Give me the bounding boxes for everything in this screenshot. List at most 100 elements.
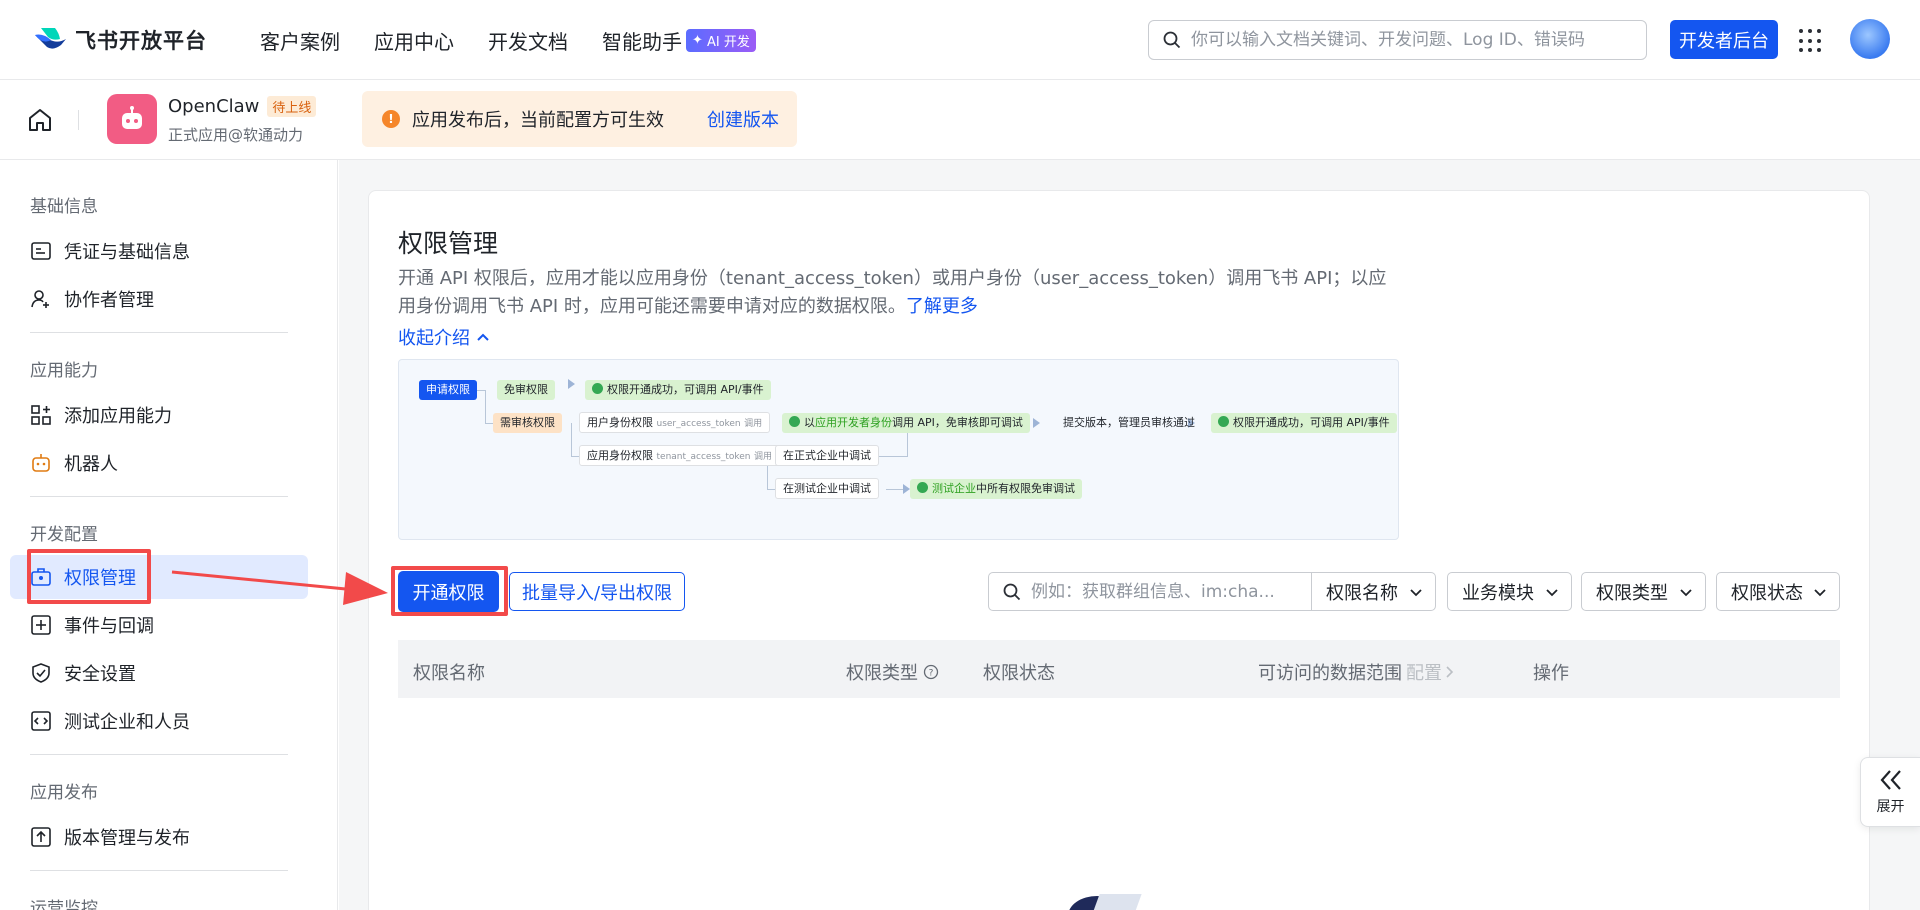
column-actions: 操作 xyxy=(1533,663,1569,684)
nav-smart-assistant[interactable]: 智能助手 ✦ AI 开发 xyxy=(602,26,756,55)
bulk-import-export-button[interactable]: 批量导入/导出权限 xyxy=(509,572,685,611)
app-name: OpenClaw 待上线 xyxy=(168,96,317,117)
create-version-link[interactable]: 创建版本 xyxy=(707,106,779,132)
diagram-call: 调用 xyxy=(754,452,773,462)
diagram-success-right: 权限开通成功，可调用 API/事件 xyxy=(1211,413,1397,433)
expand-label: 展开 xyxy=(1876,799,1905,815)
user-add-icon xyxy=(30,288,52,310)
diagram-user-token: user_access_token xyxy=(656,419,741,429)
double-chevron-left-icon xyxy=(1880,770,1901,790)
sidebar-item-label: 机器人 xyxy=(64,454,118,475)
learn-more-link[interactable]: 了解更多 xyxy=(906,296,978,317)
id-card-icon xyxy=(30,240,52,262)
permission-search-input[interactable] xyxy=(1031,581,1301,602)
event-icon xyxy=(30,614,52,636)
page-description: 开通 API 权限后，应用才能以应用身份（tenant_access_token… xyxy=(398,265,1398,321)
filter-permission-name[interactable]: 权限名称 xyxy=(1312,572,1436,611)
brand-logo[interactable]: 飞书开放平台 xyxy=(33,25,207,55)
app-name-label: OpenClaw xyxy=(168,96,260,117)
sidebar-group-dev-config: 开发配置 xyxy=(30,525,98,545)
permission-search[interactable] xyxy=(988,572,1312,611)
code-box-icon xyxy=(30,710,52,732)
sidebar-item-versions[interactable]: 版本管理与发布 xyxy=(10,815,308,859)
divider xyxy=(78,110,79,130)
svg-text:?: ? xyxy=(929,669,934,679)
main-nav: 客户案例 应用中心 开发文档 智能助手 ✦ AI 开发 xyxy=(260,26,790,55)
filter-permission-type[interactable]: 权限类型 xyxy=(1581,572,1706,611)
upload-box-icon xyxy=(30,826,52,848)
nav-customer-cases[interactable]: 客户案例 xyxy=(260,26,340,55)
filter-label: 业务模块 xyxy=(1462,582,1534,604)
filter-label: 权限类型 xyxy=(1596,582,1668,604)
divider xyxy=(30,332,288,333)
brand-name: 飞书开放平台 xyxy=(75,29,207,53)
sidebar-item-credentials[interactable]: 凭证与基础信息 xyxy=(10,229,308,273)
diagram-submit-version: 提交版本，管理员审核通过 xyxy=(1063,416,1195,429)
doc-search-input[interactable] xyxy=(1191,30,1621,50)
diagram-arrow xyxy=(568,379,575,389)
app-subtitle: 正式应用@软通动力 xyxy=(168,126,304,144)
diagram-user-perm: 用户身份权限 user_access_token 调用 xyxy=(579,412,771,433)
expand-panel-button[interactable]: 展开 xyxy=(1860,757,1920,827)
page-title: 权限管理 xyxy=(398,229,499,258)
column-permission-type: 权限类型 ? xyxy=(846,659,939,685)
diagram-as-developer: 以应用开发者身份调用 API，免审核即可调试 xyxy=(782,413,1030,433)
sidebar-item-permissions[interactable]: 权限管理 xyxy=(10,555,308,599)
app-status-badge: 待上线 xyxy=(267,96,317,117)
chevron-right-icon xyxy=(1446,666,1454,678)
sidebar-item-label: 测试企业和人员 xyxy=(64,712,190,733)
warning-icon: ! xyxy=(382,110,400,128)
column-data-scope: 可访问的数据范围 配置 xyxy=(1258,659,1455,685)
nav-dev-docs[interactable]: 开发文档 xyxy=(488,26,568,55)
doc-search[interactable] xyxy=(1148,20,1647,60)
sidebar-item-label: 添加应用能力 xyxy=(64,406,172,427)
sidebar-item-label: 事件与回调 xyxy=(64,616,154,637)
sidebar-item-label: 权限管理 xyxy=(64,568,136,589)
diagram-as-dev-highlight: 应用开发者身份 xyxy=(815,416,892,429)
description-text: 开通 API 权限后，应用才能以应用身份（tenant_access_token… xyxy=(398,268,1387,317)
sidebar-item-events[interactable]: 事件与回调 xyxy=(10,603,308,647)
chevron-down-icon xyxy=(1680,589,1692,597)
feishu-logo-icon xyxy=(35,28,66,49)
sidebar-item-security[interactable]: 安全设置 xyxy=(10,651,308,695)
diagram-connector xyxy=(485,423,493,424)
diagram-test-highlight: 测试企业 xyxy=(932,482,976,495)
sidebar-item-add-capability[interactable]: 添加应用能力 xyxy=(10,393,308,437)
filter-permission-status[interactable]: 权限状态 xyxy=(1716,572,1840,611)
app-grid-icon[interactable] xyxy=(1799,29,1823,53)
diagram-need-review: 需审核权限 xyxy=(493,413,562,433)
open-permission-button[interactable]: 开通权限 xyxy=(398,571,499,612)
filter-business-module[interactable]: 业务模块 xyxy=(1447,572,1572,611)
permissions-table-header: 权限名称 权限类型 ? 权限状态 可访问的数据范围 配置 操作 xyxy=(398,640,1840,698)
sidebar-item-bot[interactable]: 机器人 xyxy=(10,441,308,485)
chevron-up-icon xyxy=(477,333,489,341)
developer-console-button[interactable]: 开发者后台 xyxy=(1670,20,1778,59)
diagram-connector xyxy=(767,489,775,490)
sidebar-group-basic: 基础信息 xyxy=(30,197,98,217)
help-icon[interactable]: ? xyxy=(923,664,939,680)
chevron-down-icon xyxy=(1814,589,1826,597)
home-icon[interactable] xyxy=(27,107,53,133)
shield-icon xyxy=(30,662,52,684)
divider xyxy=(30,870,288,871)
user-avatar[interactable] xyxy=(1850,19,1890,59)
diagram-user-perm-label: 用户身份权限 xyxy=(587,416,653,429)
diagram-tenant-token: tenant_access_token xyxy=(656,452,751,462)
sidebar-group-monitoring: 运营监控 xyxy=(30,899,98,910)
collapse-intro-toggle[interactable]: 收起介绍 xyxy=(398,324,490,350)
robot-icon xyxy=(30,452,52,474)
ai-badge: ✦ AI 开发 xyxy=(686,29,756,52)
sidebar-item-test-tenants[interactable]: 测试企业和人员 xyxy=(10,699,308,743)
column-label: 权限类型 xyxy=(846,663,918,684)
permission-flow-diagram: 申请权限 免审权限 权限开通成功，可调用 API/事件 需审核权限 用户身份权限… xyxy=(398,359,1399,540)
sidebar-item-collaborators[interactable]: 协作者管理 xyxy=(10,277,308,321)
column-permission-name: 权限名称 xyxy=(413,663,485,684)
config-link[interactable]: 配置 xyxy=(1406,659,1442,685)
sidebar-item-label: 凭证与基础信息 xyxy=(64,242,190,263)
diagram-connector xyxy=(571,423,572,456)
nav-app-center[interactable]: 应用中心 xyxy=(374,26,454,55)
collapse-label: 收起介绍 xyxy=(398,328,470,349)
sidebar-group-capabilities: 应用能力 xyxy=(30,361,98,381)
filter-label: 权限名称 xyxy=(1326,582,1398,604)
diagram-connector xyxy=(485,390,486,423)
